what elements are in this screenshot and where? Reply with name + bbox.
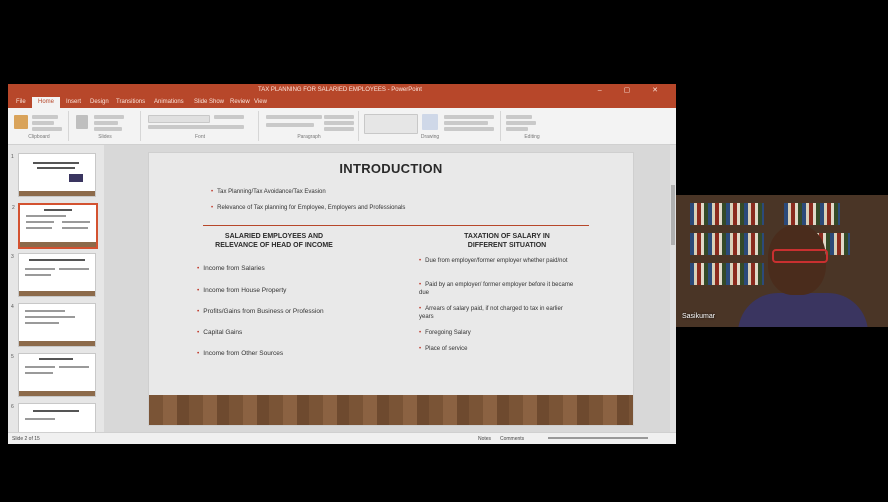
editing-group[interactable]: Editing: [502, 111, 562, 141]
drawing-label: Drawing: [420, 134, 440, 140]
participant-name-label: Sasikumar: [682, 313, 716, 320]
slide-number: 2: [12, 205, 15, 211]
top-bullet: • Tax Planning/Tax Avoidance/Tax Evasion: [211, 189, 326, 195]
font-group[interactable]: Font: [142, 111, 259, 141]
slide-thumbnail[interactable]: 5: [11, 353, 96, 397]
right-bullet: • Arrears of salary paid, if not charged …: [419, 306, 563, 320]
status-bar: Slide 2 of 15 Notes Comments: [8, 432, 676, 444]
zoom-slider[interactable]: [548, 437, 648, 439]
tab-design[interactable]: Design: [90, 99, 109, 105]
window-controls[interactable]: – ▢ ✕: [598, 86, 668, 94]
left-bullet: • Income from House Property: [197, 287, 287, 294]
editing-label: Editing: [524, 134, 540, 140]
title-bar: TAX PLANNING FOR SALARIED EMPLOYEES - Po…: [8, 84, 676, 97]
tab-view[interactable]: View: [254, 99, 267, 105]
paragraph-label: Paragraph: [297, 134, 321, 140]
ribbon-tabs: File Home Insert Design Transitions Anim…: [8, 97, 676, 108]
person-shirt: [738, 293, 868, 327]
comments-button[interactable]: Comments: [500, 436, 524, 442]
tab-transitions[interactable]: Transitions: [116, 99, 145, 105]
tab-review[interactable]: Review: [230, 99, 250, 105]
slide-number: 4: [11, 304, 14, 310]
right-bullet: • Place of service: [419, 346, 468, 352]
tab-animations[interactable]: Animations: [154, 99, 184, 105]
notes-button[interactable]: Notes: [478, 436, 491, 442]
left-bullet: • Capital Gains: [197, 329, 243, 336]
slide-counter: Slide 2 of 15: [12, 436, 40, 442]
tab-insert[interactable]: Insert: [66, 99, 81, 105]
ribbon: Clipboard Slides Font Paragraph Drawing …: [8, 108, 676, 145]
slides-label: Slides: [98, 134, 112, 140]
paragraph-group[interactable]: Paragraph: [260, 111, 359, 141]
slide-thumbnail-selected[interactable]: 2: [12, 203, 98, 249]
powerpoint-window: TAX PLANNING FOR SALARIED EMPLOYEES - Po…: [8, 84, 676, 444]
wood-floor-decoration: [149, 395, 633, 425]
left-bullet: • Profits/Gains from Business or Professi…: [197, 308, 324, 315]
left-bullet: • Income from Other Sources: [197, 350, 284, 357]
tab-home[interactable]: Home: [32, 97, 61, 108]
clipboard-group[interactable]: Clipboard: [10, 111, 69, 141]
slide-thumbnail[interactable]: 1: [11, 153, 96, 197]
webcam-video-tile: Sasikumar: [676, 195, 888, 327]
right-bullet: • Foregoing Salary: [419, 330, 471, 336]
top-bullet: • Relevance of Tax planning for Employee,…: [211, 205, 406, 211]
left-bullet: • Income from Salaries: [197, 265, 265, 272]
right-column-heading: TAXATION OF SALARY IN DIFFERENT SITUATIO…: [464, 233, 550, 249]
tab-file[interactable]: File: [16, 99, 26, 105]
left-column-heading: SALARIED EMPLOYEES AND RELEVANCE OF HEAD…: [215, 233, 333, 249]
window-title: TAX PLANNING FOR SALARIED EMPLOYEES - Po…: [258, 87, 422, 93]
slide-title: INTRODUCTION: [339, 161, 443, 176]
slide-thumbnails-pane: 1 2 3 4 5 6: [8, 145, 104, 433]
right-bullet: • Due from employer/former employer wheth…: [419, 258, 568, 264]
slide-thumbnail[interactable]: 6: [11, 403, 96, 433]
person-glasses: [772, 249, 828, 263]
slide-canvas[interactable]: INTRODUCTION • Tax Planning/Tax Avoidance…: [148, 152, 634, 426]
font-label: Font: [194, 134, 205, 140]
right-bullet: • Paid by an employer/ former employer be…: [419, 282, 574, 296]
slide-thumbnail[interactable]: 3: [11, 253, 96, 297]
clipboard-label: Clipboard: [28, 134, 50, 140]
slide-number: 6: [11, 404, 14, 410]
slides-group[interactable]: Slides: [70, 111, 141, 141]
slide-number: 1: [11, 154, 14, 160]
slide-number: 5: [11, 354, 14, 360]
divider-line: [203, 225, 589, 226]
slide-thumbnail[interactable]: 4: [11, 303, 96, 347]
drawing-group[interactable]: Drawing: [360, 111, 501, 141]
tab-slideshow[interactable]: Slide Show: [194, 99, 224, 105]
slide-number: 3: [11, 254, 14, 260]
